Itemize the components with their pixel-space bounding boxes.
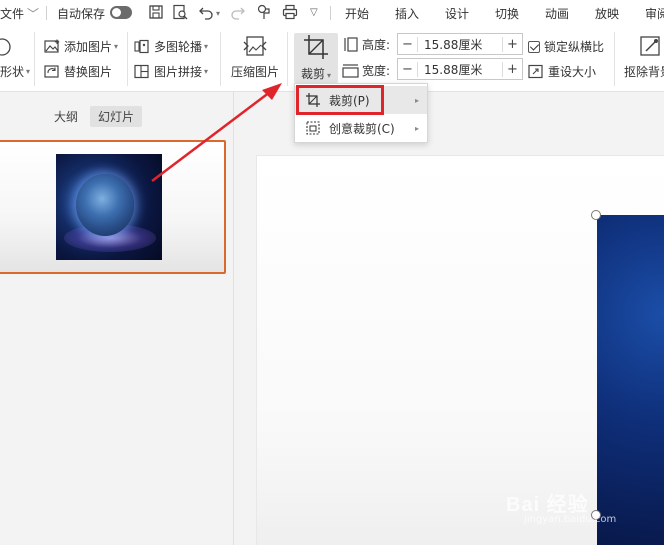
width-increment-button[interactable]: + xyxy=(502,61,522,77)
watermark-sub: jingyan.baidu.com xyxy=(524,514,617,525)
height-label-group: 高度: xyxy=(342,36,390,53)
replace-picture-button[interactable]: 替换图片 xyxy=(44,63,112,80)
tab-outline[interactable]: 大纲 xyxy=(46,106,86,127)
slide-picture[interactable] xyxy=(597,215,664,545)
crop-label: 裁剪 xyxy=(300,67,325,81)
picture-collage-label: 图片拼接 xyxy=(154,65,203,79)
format-painter-icon[interactable] xyxy=(256,4,272,20)
reset-size-icon xyxy=(528,64,543,79)
autosave-toggle[interactable] xyxy=(110,6,132,19)
redo-icon[interactable] xyxy=(230,4,246,20)
width-stepper[interactable]: − 15.88厘米 + xyxy=(397,58,523,80)
tab-review[interactable]: 审阅 xyxy=(645,5,664,22)
chevron-down-icon: ▾ xyxy=(327,71,332,80)
menu-bar: 文件 ﹀ 自动保存 ▾ ▽ 开始 插入 设计 切换 动画 放映 审阅 xyxy=(0,0,664,26)
chevron-down-icon: ▾ xyxy=(204,42,209,51)
shape-label: 形状 xyxy=(0,65,25,79)
reset-size-button[interactable]: 重设大小 xyxy=(528,63,596,80)
autosave-label: 自动保存 xyxy=(57,7,106,21)
tab-design[interactable]: 设计 xyxy=(445,5,469,22)
remove-background-button[interactable]: 抠除背景 xyxy=(624,34,664,80)
lock-ratio-label: 锁定纵横比 xyxy=(544,40,605,54)
reset-size-label: 重设大小 xyxy=(548,65,597,79)
tab-slides[interactable]: 幻灯片 xyxy=(90,106,143,127)
watermark-main: Bai 经验 xyxy=(506,494,589,516)
file-menu[interactable]: 文件 xyxy=(0,5,24,22)
file-menu-chevron-icon[interactable]: ﹀ xyxy=(27,5,39,22)
crop-button[interactable]: 裁剪 ▾ xyxy=(294,34,338,82)
undo-dropdown-icon[interactable]: ▾ xyxy=(216,9,220,18)
quick-access-more-icon[interactable]: ▽ xyxy=(310,7,318,18)
ribbon-separator xyxy=(614,32,615,86)
replace-picture-label: 替换图片 xyxy=(64,65,113,79)
print-icon[interactable] xyxy=(282,4,298,20)
ribbon-separator xyxy=(34,32,35,86)
width-input[interactable]: 15.88厘米 xyxy=(418,61,502,78)
menu-separator xyxy=(330,6,331,20)
menu-item-creative-crop-label: 创意裁剪(C) xyxy=(329,121,395,136)
width-label: 宽度: xyxy=(362,64,391,78)
menu-item-creative-crop[interactable]: 创意裁剪(C) ▸ xyxy=(295,114,427,142)
width-decrement-button[interactable]: − xyxy=(398,61,418,77)
planet-earth xyxy=(76,174,134,236)
creative-crop-icon xyxy=(306,121,320,135)
chevron-down-icon: ▾ xyxy=(114,42,119,51)
compress-picture-icon xyxy=(243,36,267,56)
height-input[interactable]: 15.88厘米 xyxy=(418,36,502,53)
menu-separator xyxy=(46,6,47,20)
shape-button[interactable]: 形状 ▾ xyxy=(0,63,30,80)
save-icon[interactable] xyxy=(148,4,164,20)
crop-icon xyxy=(304,35,328,59)
submenu-arrow-icon: ▸ xyxy=(414,95,419,105)
height-stepper[interactable]: − 15.88厘米 + xyxy=(397,33,523,55)
width-icon xyxy=(342,64,359,78)
compress-picture-button[interactable]: 压缩图片 xyxy=(230,34,280,80)
add-picture-label: 添加图片 xyxy=(64,40,113,54)
tab-animation[interactable]: 动画 xyxy=(545,5,569,22)
thumbnail-planet-image xyxy=(56,154,162,260)
baidu-watermark: Bai 经验 jingyan.baidu.com xyxy=(506,488,616,525)
chevron-down-icon: ▾ xyxy=(204,67,209,76)
multi-carousel-label: 多图轮播 xyxy=(154,40,203,54)
ribbon-separator xyxy=(127,32,128,86)
tab-home[interactable]: 开始 xyxy=(345,5,369,22)
tab-insert[interactable]: 插入 xyxy=(395,5,419,22)
tab-slideshow[interactable]: 放映 xyxy=(595,5,619,22)
ribbon-separator xyxy=(287,32,288,86)
add-picture-icon xyxy=(44,39,60,53)
height-decrement-button[interactable]: − xyxy=(398,36,418,52)
replace-picture-icon xyxy=(44,65,59,78)
multi-carousel-button[interactable]: 多图轮播 ▾ xyxy=(134,38,208,55)
width-label-group: 宽度: xyxy=(342,62,390,79)
checkbox-checked-icon xyxy=(528,40,540,53)
resize-handle-top-left[interactable] xyxy=(591,210,601,220)
height-increment-button[interactable]: + xyxy=(502,36,522,52)
tab-transition[interactable]: 切换 xyxy=(495,5,519,22)
lock-ratio-checkbox[interactable]: 锁定纵横比 xyxy=(528,38,604,55)
chevron-down-icon: ▾ xyxy=(26,67,31,76)
remove-background-icon xyxy=(640,36,660,56)
submenu-arrow-icon: ▸ xyxy=(414,123,419,133)
height-icon xyxy=(344,37,358,52)
crop-label-group: 裁剪 ▾ xyxy=(301,65,331,82)
undo-icon[interactable] xyxy=(198,4,214,20)
shape-icon[interactable] xyxy=(0,36,12,58)
add-picture-button[interactable]: 添加图片 ▾ xyxy=(44,38,118,55)
highlight-box xyxy=(296,85,384,115)
picture-collage-button[interactable]: 图片拼接 ▾ xyxy=(134,63,208,80)
compress-picture-label: 压缩图片 xyxy=(230,65,279,79)
carousel-icon xyxy=(134,39,149,54)
ribbon-separator xyxy=(220,32,221,86)
remove-background-label: 抠除背景 xyxy=(624,65,664,79)
print-preview-icon[interactable] xyxy=(172,4,188,20)
height-label: 高度: xyxy=(362,38,391,52)
collage-icon xyxy=(134,64,149,79)
